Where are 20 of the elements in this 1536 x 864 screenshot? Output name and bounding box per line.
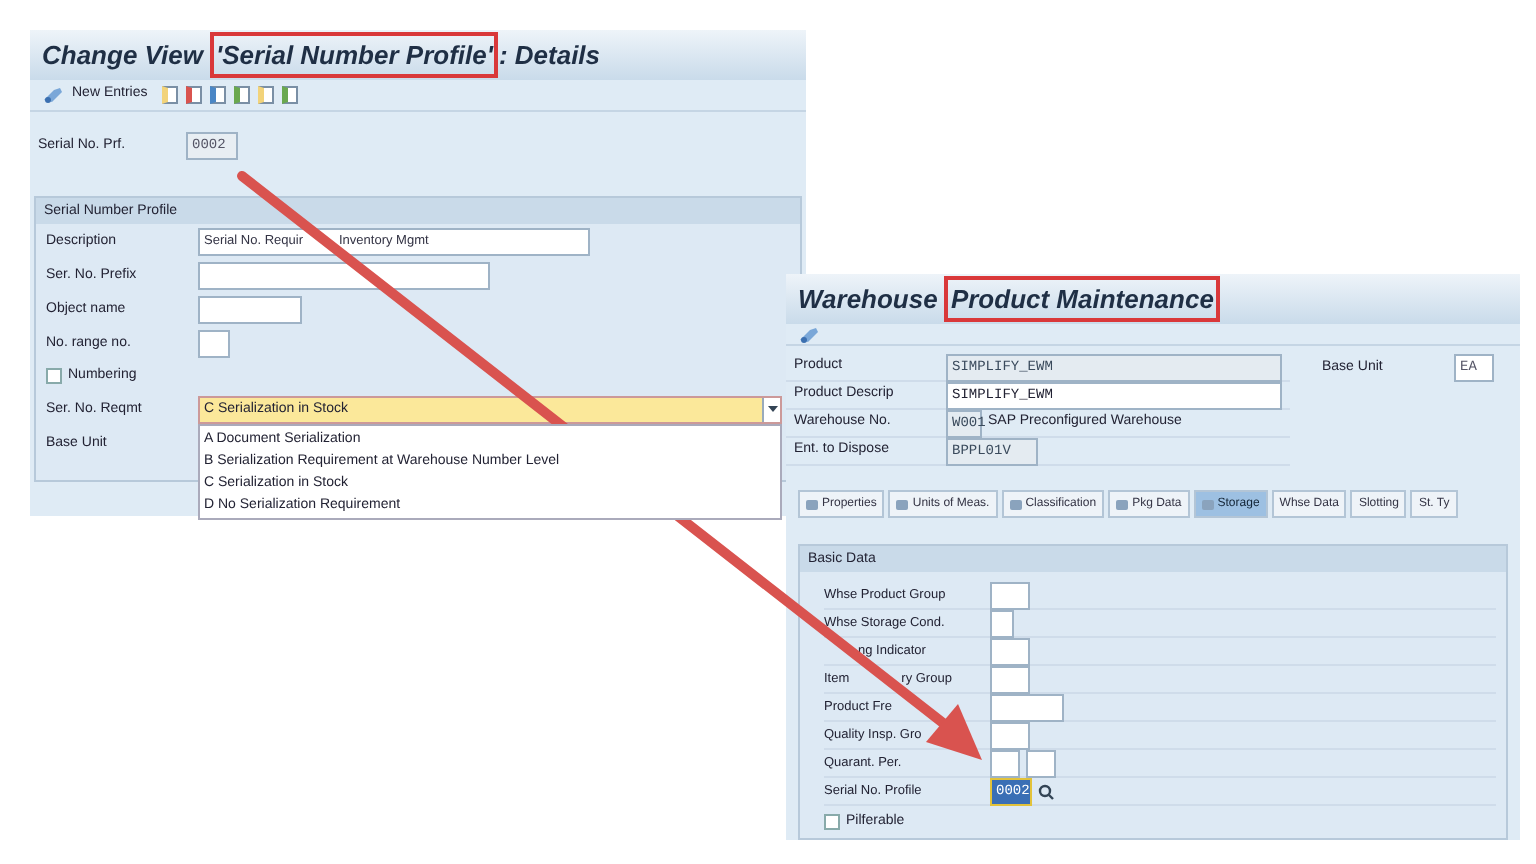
caret-icon[interactable] <box>762 398 780 422</box>
window-title: : Details <box>498 37 601 74</box>
input-field[interactable] <box>198 296 302 324</box>
input-field[interactable] <box>990 749 1020 777</box>
input-field[interactable] <box>198 330 230 358</box>
checkbox[interactable] <box>824 814 840 830</box>
input-field[interactable] <box>990 637 1030 665</box>
search-icon[interactable] <box>1038 783 1054 799</box>
window-title: Warehouse <box>798 281 940 318</box>
input-field[interactable] <box>990 609 1014 637</box>
input-field[interactable] <box>1026 749 1056 777</box>
checkbox[interactable] <box>46 368 62 384</box>
highlighted-title: 'Serial Number Profile' <box>210 31 499 79</box>
input-field[interactable] <box>990 581 1030 609</box>
input-field[interactable] <box>990 665 1030 693</box>
input-field[interactable] <box>990 721 1030 749</box>
input-field[interactable] <box>198 262 490 290</box>
window-title: Change View <box>42 37 206 74</box>
input-field[interactable] <box>990 693 1064 721</box>
highlighted-title: Product Maintenance <box>944 275 1220 323</box>
